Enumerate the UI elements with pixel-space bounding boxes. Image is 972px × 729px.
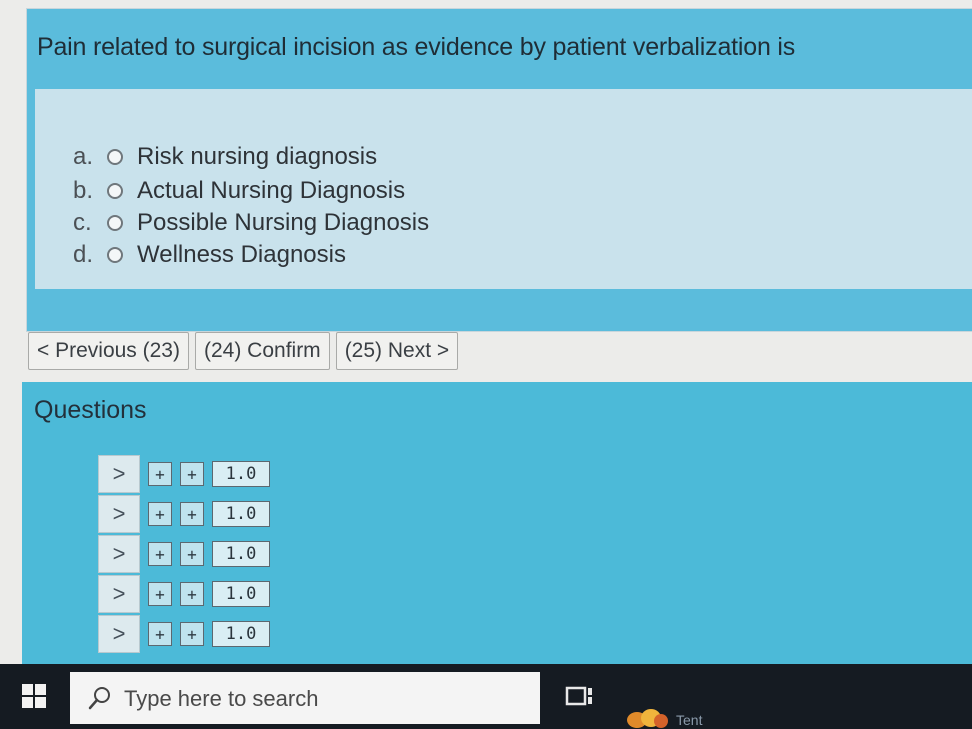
quiz-page: Pain related to surgical incision as evi… xyxy=(0,0,972,729)
plus-button[interactable]: + xyxy=(180,542,204,566)
option-a[interactable]: a. Risk nursing diagnosis xyxy=(73,141,377,173)
next-button[interactable]: (25) Next > xyxy=(335,332,459,370)
previous-button[interactable]: < Previous (23) xyxy=(28,332,189,370)
score-field[interactable]: 1.0 xyxy=(212,621,270,647)
option-label[interactable]: Possible Nursing Diagnosis xyxy=(137,209,429,237)
option-d[interactable]: d. Wellness Diagnosis xyxy=(73,239,346,271)
question-card: Pain related to surgical incision as evi… xyxy=(26,8,972,332)
question-row: > + + 1.0 xyxy=(98,615,270,653)
radio-button[interactable] xyxy=(107,183,123,199)
options-panel: a. Risk nursing diagnosis b. Actual Nurs… xyxy=(35,89,972,289)
expand-chevron-icon[interactable]: > xyxy=(98,495,140,533)
option-letter: d. xyxy=(73,241,94,268)
search-icon xyxy=(88,687,110,710)
tray-label: Tent xyxy=(676,712,703,728)
score-field[interactable]: 1.0 xyxy=(212,541,270,567)
question-row: > + + 1.0 xyxy=(98,455,270,493)
radio-button[interactable] xyxy=(107,215,123,231)
plus-button[interactable]: + xyxy=(148,622,172,646)
expand-chevron-icon[interactable]: > xyxy=(98,455,140,493)
option-letter: a. xyxy=(73,143,94,170)
question-text: Pain related to surgical incision as evi… xyxy=(37,33,796,61)
plus-button[interactable]: + xyxy=(148,542,172,566)
option-label[interactable]: Wellness Diagnosis xyxy=(137,241,346,269)
option-label[interactable]: Actual Nursing Diagnosis xyxy=(137,177,405,205)
search-placeholder[interactable]: Type here to search xyxy=(124,686,318,712)
questions-panel: Questions > + + 1.0 > + + 1.0 > + + 1.0 … xyxy=(22,382,972,682)
task-view-icon[interactable] xyxy=(565,684,595,710)
question-row: > + + 1.0 xyxy=(98,575,270,613)
taskbar: Type here to search Tent xyxy=(0,664,972,729)
option-letter: b. xyxy=(73,177,94,204)
expand-chevron-icon[interactable]: > xyxy=(98,575,140,613)
plus-button[interactable]: + xyxy=(148,582,172,606)
score-field[interactable]: 1.0 xyxy=(212,501,270,527)
plus-button[interactable]: + xyxy=(180,622,204,646)
taskbar-search-box[interactable]: Type here to search xyxy=(70,672,540,724)
expand-chevron-icon[interactable]: > xyxy=(98,615,140,653)
score-field[interactable]: 1.0 xyxy=(212,581,270,607)
windows-start-icon[interactable] xyxy=(22,684,46,708)
confirm-button[interactable]: (24) Confirm xyxy=(194,332,330,370)
radio-button[interactable] xyxy=(107,149,123,165)
option-b[interactable]: b. Actual Nursing Diagnosis xyxy=(73,175,405,207)
question-row: > + + 1.0 xyxy=(98,495,270,533)
plus-button[interactable]: + xyxy=(180,462,204,486)
navigation-bar: < Previous (23) (24) Confirm (25) Next > xyxy=(26,322,972,380)
expand-chevron-icon[interactable]: > xyxy=(98,535,140,573)
option-label[interactable]: Risk nursing diagnosis xyxy=(137,143,377,171)
tray-app-icon[interactable] xyxy=(625,706,669,728)
plus-button[interactable]: + xyxy=(180,502,204,526)
plus-button[interactable]: + xyxy=(148,502,172,526)
plus-button[interactable]: + xyxy=(148,462,172,486)
option-letter: c. xyxy=(73,209,92,236)
plus-button[interactable]: + xyxy=(180,582,204,606)
radio-button[interactable] xyxy=(107,247,123,263)
option-c[interactable]: c. Possible Nursing Diagnosis xyxy=(73,207,429,239)
questions-title: Questions xyxy=(34,396,147,424)
question-row: > + + 1.0 xyxy=(98,535,270,573)
score-field[interactable]: 1.0 xyxy=(212,461,270,487)
